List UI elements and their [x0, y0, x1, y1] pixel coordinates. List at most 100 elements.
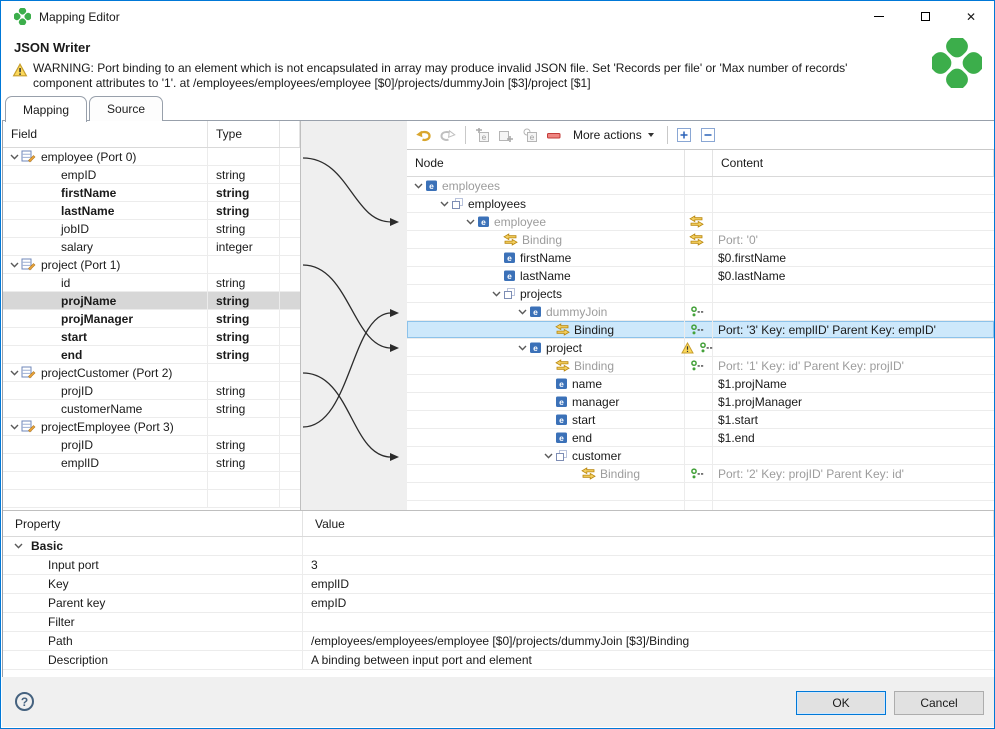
tree-row-binding[interactable]: BindingPort: '0'	[407, 231, 994, 249]
connector-arrow	[390, 453, 399, 461]
property-panel: Property Value BasicInput port3KeyemplID…	[3, 510, 994, 677]
maximize-button[interactable]	[902, 1, 948, 32]
connector-port2-customer	[303, 373, 391, 457]
field-table-header: Field Type	[3, 121, 300, 148]
undo-button[interactable]	[412, 124, 434, 146]
field-row[interactable]: lastNamestring	[3, 202, 300, 220]
node-content	[713, 285, 994, 302]
expander-chevron[interactable]	[7, 154, 21, 160]
field-row[interactable]: projManagerstring	[3, 310, 300, 328]
field-row[interactable]: projIDstring	[3, 382, 300, 400]
tab-source[interactable]: Source	[89, 96, 163, 121]
tree-row-dummyjoin[interactable]: edummyJoin	[407, 303, 994, 321]
tree-row-employees[interactable]: e employees	[407, 177, 994, 195]
expander-chevron[interactable]	[7, 370, 21, 376]
field-type: string	[208, 454, 280, 471]
field-type: string	[208, 184, 280, 201]
expander-chevron[interactable]	[463, 219, 477, 225]
expand-all-icon	[677, 128, 691, 142]
property-row[interactable]: KeyemplID	[3, 575, 994, 594]
empty-row	[3, 490, 300, 508]
expand-all-button[interactable]	[673, 124, 695, 146]
field-row[interactable]: idstring	[3, 274, 300, 292]
property-row[interactable]: DescriptionA binding between input port …	[3, 651, 994, 670]
field-row[interactable]: customerNamestring	[3, 400, 300, 418]
field-row[interactable]: jobIDstring	[3, 220, 300, 238]
property-row[interactable]: Parent keyempID	[3, 594, 994, 613]
element-icon: e	[477, 215, 490, 228]
node-label: manager	[572, 395, 619, 409]
tree-row-binding[interactable]: BindingPort: '1' Key: id' Parent Key: pr…	[407, 357, 994, 375]
property-row[interactable]: Filter	[3, 613, 994, 632]
svg-text:e: e	[559, 433, 564, 443]
tab-mapping[interactable]: Mapping	[5, 96, 87, 122]
expander-chevron[interactable]	[515, 345, 529, 351]
tree-row-binding[interactable]: BindingPort: '3' Key: emplID' Parent Key…	[407, 321, 994, 339]
tree-row-employees[interactable]: employees	[407, 195, 994, 213]
expander-chevron[interactable]	[489, 291, 503, 297]
minimize-button[interactable]	[856, 1, 902, 32]
binding-icon	[581, 467, 596, 480]
add-wildcard-element-button[interactable]: e	[519, 124, 541, 146]
field-label: empID	[61, 168, 96, 182]
field-row[interactable]: employee (Port 0)	[3, 148, 300, 166]
field-row[interactable]: firstNamestring	[3, 184, 300, 202]
tree-row-customer[interactable]: customer	[407, 447, 994, 465]
node-status-cell	[685, 285, 713, 302]
window-title: Mapping Editor	[39, 10, 120, 24]
field-row[interactable]: salaryinteger	[3, 238, 300, 256]
help-button[interactable]: ?	[15, 692, 34, 711]
tree-row-lastname[interactable]: elastName$0.lastName	[407, 267, 994, 285]
toolbar-separator	[465, 126, 466, 144]
redo-button[interactable]	[436, 124, 458, 146]
close-button[interactable]: ✕	[948, 1, 994, 32]
expander-chevron[interactable]	[411, 183, 425, 189]
property-row[interactable]: Input port3	[3, 556, 994, 575]
tree-row-employee[interactable]: eemployee	[407, 213, 994, 231]
tree-row-end[interactable]: eend$1.end	[407, 429, 994, 447]
add-child-element-button[interactable]: e	[471, 124, 493, 146]
svg-text:e: e	[559, 415, 564, 425]
field-row[interactable]: empIDstring	[3, 166, 300, 184]
title-bar: Mapping Editor ✕	[1, 1, 994, 32]
remove-button[interactable]	[543, 124, 565, 146]
expander-chevron[interactable]	[11, 543, 25, 549]
tree-row-manager[interactable]: emanager$1.projManager	[407, 393, 994, 411]
field-row[interactable]: projectEmployee (Port 3)	[3, 418, 300, 436]
property-label: Basic	[31, 539, 63, 553]
expander-chevron[interactable]	[515, 309, 529, 315]
tree-row-firstname[interactable]: efirstName$0.firstName	[407, 249, 994, 267]
tree-row-name[interactable]: ename$1.projName	[407, 375, 994, 393]
node-content	[713, 213, 994, 230]
node-content	[713, 303, 994, 320]
element-icon: e	[425, 179, 438, 192]
tree-row-project[interactable]: eproject	[407, 339, 994, 357]
more-actions-button[interactable]: More actions	[567, 124, 660, 146]
field-row[interactable]: project (Port 1)	[3, 256, 300, 274]
property-value: 3	[303, 556, 994, 574]
expander-chevron[interactable]	[437, 201, 451, 207]
expander-chevron[interactable]	[541, 453, 555, 459]
expander-chevron[interactable]	[7, 262, 21, 268]
field-row[interactable]: endstring	[3, 346, 300, 364]
field-row[interactable]: projIDstring	[3, 436, 300, 454]
property-row[interactable]: Path/employees/employees/employee [$0]/p…	[3, 632, 994, 651]
cancel-button[interactable]: Cancel	[894, 691, 984, 715]
field-label: projID	[61, 438, 93, 452]
collapse-all-button[interactable]	[697, 124, 719, 146]
field-row[interactable]: projectCustomer (Port 2)	[3, 364, 300, 382]
expander-chevron[interactable]	[7, 424, 21, 430]
field-row[interactable]: emplIDstring	[3, 454, 300, 472]
tree-row-projects[interactable]: projects	[407, 285, 994, 303]
field-row[interactable]: startstring	[3, 328, 300, 346]
node-status-cell	[685, 411, 713, 428]
input-fields-table: Field Type employee (Port 0)empIDstringf…	[3, 121, 301, 510]
tree-row-binding[interactable]: BindingPort: '2' Key: projID' Parent Key…	[407, 465, 994, 483]
ok-button[interactable]: OK	[796, 691, 886, 715]
node-label: employees	[442, 179, 500, 193]
node-content	[713, 177, 994, 194]
add-element-button[interactable]	[495, 124, 517, 146]
field-row[interactable]: projNamestring	[3, 292, 300, 310]
property-row[interactable]: Basic	[3, 537, 994, 556]
tree-row-start[interactable]: estart$1.start	[407, 411, 994, 429]
